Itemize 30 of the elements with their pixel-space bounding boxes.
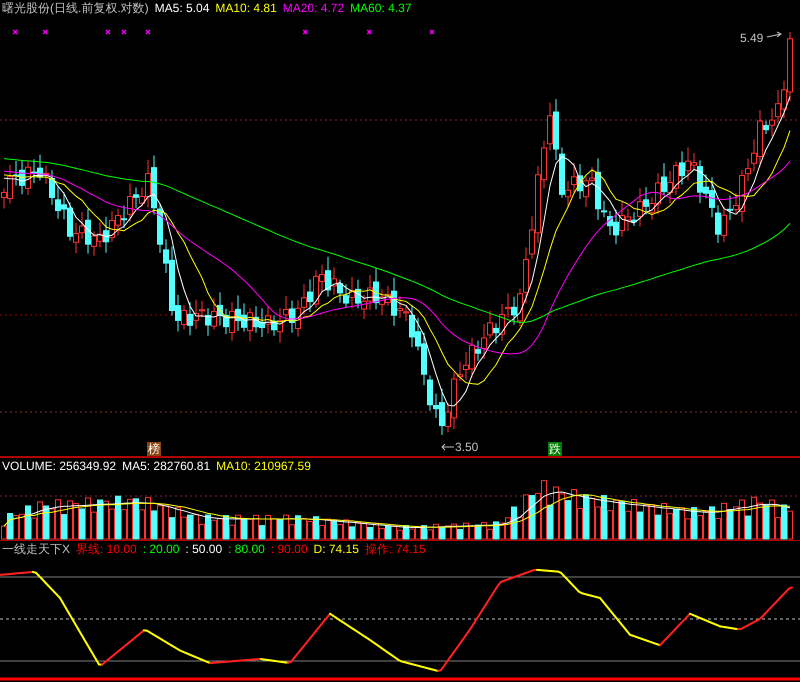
high-price-label: 5.49 — [740, 31, 764, 45]
indicator-label: MA5: 282760.81 — [122, 459, 210, 473]
cross-marker-icon — [105, 29, 111, 35]
stock-title: 曙光股份(日线.前复权.对数) — [2, 1, 149, 15]
leader-line — [766, 32, 782, 38]
indicator-label: MA60: 4.37 — [350, 1, 412, 15]
indicator-label: D: 74.15 — [314, 542, 359, 556]
low-price-label: 3.50 — [455, 440, 478, 454]
indicator-label: MA10: 4.81 — [215, 1, 277, 15]
indicator-label: MA5: 5.04 — [154, 1, 210, 15]
cross-marker-icon — [12, 29, 18, 35]
indicator-label: VOLUME: 256349.92 — [2, 459, 116, 473]
signal-tag: 跌 — [548, 442, 562, 456]
cross-marker-icon — [302, 29, 308, 35]
cross-marker-icon — [145, 29, 151, 35]
leader-line — [441, 444, 454, 450]
cross-marker-icon — [429, 29, 435, 35]
indicator-label: : 20.00 — [142, 542, 180, 556]
cross-marker-icon — [42, 29, 48, 35]
indicator-label: : 90.00 — [270, 542, 308, 556]
indicator-name: 一线走天下X — [2, 542, 70, 556]
indicator-label: MA20: 4.72 — [282, 1, 344, 15]
cross-marker-icon — [366, 29, 372, 35]
indicator-label: MA10: 210967.59 — [216, 459, 311, 473]
indicator-label: : 50.00 — [185, 542, 222, 556]
indicator-label: 界线: 10.00 — [76, 542, 137, 556]
signal-tag: 榜 — [147, 442, 161, 456]
cross-marker-icon — [121, 29, 127, 35]
indicator-label: 操作: 74.15 — [364, 542, 426, 556]
indicator-label: : 80.00 — [228, 542, 265, 556]
